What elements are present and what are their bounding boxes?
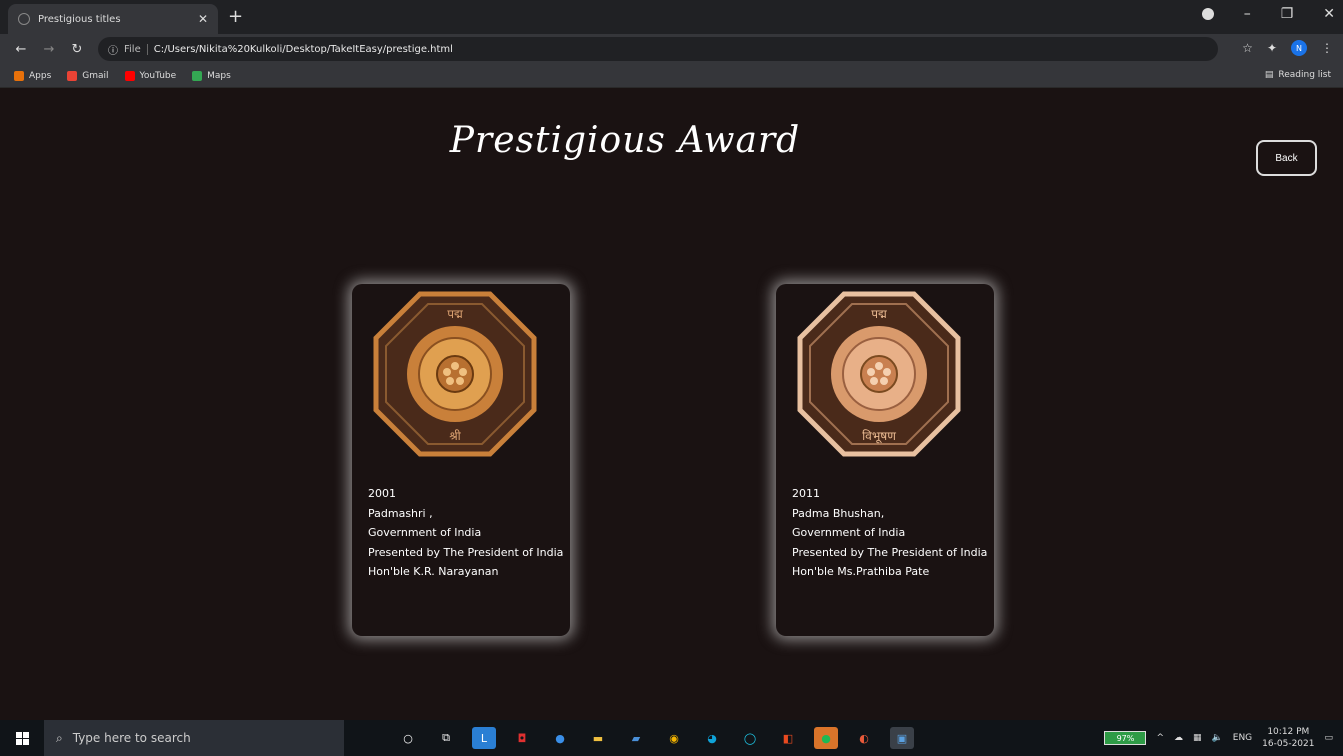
cortana-icon[interactable]: ○ [396,727,420,749]
menu-kebab-icon[interactable]: ⋮ [1321,41,1333,55]
browser-tab-strip: Prestigious titles ✕ + – ❐ ✕ [0,0,1343,34]
bookmark-gmail[interactable]: Gmail [67,70,109,81]
store-icon[interactable]: ▰ [624,727,648,749]
app-red-icon[interactable]: ◘ [510,727,534,749]
windows-taskbar: ⌕ Type here to search ○ ⧉ L ◘ ● ▬ ▰ ◉ ◕ … [0,720,1343,756]
bookmark-label: Maps [207,70,231,81]
reading-list-icon: ▤ [1264,70,1274,80]
apps-icon [14,70,24,81]
office-icon[interactable]: ◧ [776,727,800,749]
gmail-icon [67,70,78,81]
award-card: पद्म श्री 2001 Padmashri , Government of… [352,284,570,636]
cloud-icon[interactable]: ☁ [1174,733,1183,743]
extensions-icon[interactable]: ✦ [1267,41,1277,55]
active-app-icon[interactable]: ▣ [890,727,914,749]
bookmark-label: YouTube [139,70,177,81]
award-presented: Presented by The President of India [368,545,564,559]
award-card: पद्म विभूषण 2011 Padma Bhushan, Governme… [776,284,994,636]
close-tab-icon[interactable]: ✕ [198,12,208,26]
award-org: Government of India [792,526,906,539]
close-window-button[interactable]: ✕ [1323,6,1335,22]
start-button[interactable] [0,731,44,745]
taskbar-search[interactable]: ⌕ Type here to search [44,720,344,756]
award-name: Padmashri , [368,506,433,520]
award-name: Padma Bhushan, [792,506,885,520]
medal-bottom-text: श्री [449,429,461,443]
forward-arrow-icon[interactable]: → [38,42,60,57]
page-title: Prestigious Award [449,120,801,161]
address-bar[interactable]: ⓘ File C:/Users/Nikita%20Kulkoli/Desktop… [98,37,1218,61]
cortana-ring-icon[interactable]: ◯ [738,727,762,749]
reading-list-button[interactable]: ▤ Reading list [1265,70,1331,80]
chrome-icon[interactable]: ◉ [662,727,686,749]
search-icon: ⌕ [56,730,63,745]
maximize-button[interactable]: ❐ [1281,6,1294,22]
profile-icon[interactable] [1201,8,1214,20]
minimize-button[interactable]: – [1244,6,1251,22]
toolbar-actions: ☆ ✦ N ⋮ [1242,40,1333,56]
browser-tab[interactable]: Prestigious titles ✕ [8,4,218,34]
bookmark-maps[interactable]: Maps [192,70,231,81]
page-content: Prestigious Award Back पद्म श्री 2001 Pa… [0,88,1343,720]
padma-medal-image: पद्म श्री [373,291,537,457]
globe-icon [18,13,30,25]
award-year: 2011 [792,487,820,500]
award-year: 2001 [368,487,396,500]
bookmark-label: Apps [29,70,52,81]
bookmark-apps[interactable]: Apps [14,70,52,81]
taskbar-apps: ○ ⧉ L ◘ ● ▬ ▰ ◉ ◕ ◯ ◧ ● ◐ ▣ [396,727,914,749]
medal-top-text: पद्म [871,307,887,321]
notification-icon[interactable]: ▭ [1324,733,1333,743]
clock-time: 10:12 PM [1267,727,1310,737]
search-placeholder: Type here to search [72,731,191,745]
window-controls: – ❐ ✕ [1201,6,1335,22]
battery-indicator[interactable]: 97% [1104,731,1147,745]
avatar[interactable]: N [1291,40,1307,56]
award-presenter: Hon'ble Ms.Prathiba Pate [792,565,930,578]
bookmark-star-icon[interactable]: ☆ [1242,41,1253,55]
youtube-icon [124,70,135,81]
paint-icon[interactable]: ◐ [852,727,876,749]
network-icon[interactable]: ▦ [1193,733,1202,743]
award-details: 2011 Padma Bhushan, Government of India … [792,484,992,582]
app-l-icon[interactable]: L [472,727,496,749]
back-button[interactable]: Back [1256,140,1317,176]
bookmark-youtube[interactable]: YouTube [124,70,177,81]
reading-list-label: Reading list [1278,70,1331,80]
language-indicator[interactable]: ENG [1233,733,1252,743]
padma-medal-image: पद्म विभूषण [797,291,961,457]
award-presenter: Hon'ble K.R. Narayanan [368,565,499,578]
url-text[interactable]: C:/Users/Nikita%20Kulkoli/Desktop/TakeIt… [154,44,453,55]
clock-date: 16-05-2021 [1262,739,1315,749]
url-scheme: File [124,43,148,55]
bookmarks-bar: Apps Gmail YouTube Maps ▤ Reading list [0,64,1343,88]
new-tab-button[interactable]: + [228,8,243,26]
reload-icon[interactable]: ↻ [66,42,88,57]
medal-top-text: पद्म [447,307,463,321]
award-org: Government of India [368,526,482,539]
file-explorer-icon[interactable]: ▬ [586,727,610,749]
edge-icon[interactable]: ◕ [700,727,724,749]
info-icon[interactable]: ⓘ [108,42,118,57]
chevron-up-icon[interactable]: ^ [1156,733,1164,743]
task-view-icon[interactable]: ⧉ [434,727,458,749]
app-blue-circle-icon[interactable]: ● [548,727,572,749]
maps-icon [192,70,203,81]
volume-icon[interactable]: 🔈 [1212,733,1223,743]
browser-toolbar: ← → ↻ ⓘ File C:/Users/Nikita%20Kulkoli/D… [0,34,1343,64]
award-details: 2001 Padmashri , Government of India Pre… [368,484,568,582]
spotify-icon[interactable]: ● [814,727,838,749]
system-tray: 97% ^ ☁ ▦ 🔈 ENG 10:12 PM 16-05-2021 ▭ [1104,720,1343,756]
clock[interactable]: 10:12 PM 16-05-2021 [1262,726,1314,750]
award-presented: Presented by The President of India [792,545,988,559]
tab-title: Prestigious titles [38,13,121,25]
windows-logo-icon [15,731,29,745]
bookmark-label: Gmail [82,70,109,81]
medal-bottom-text: विभूषण [862,429,896,444]
back-arrow-icon[interactable]: ← [10,42,32,57]
